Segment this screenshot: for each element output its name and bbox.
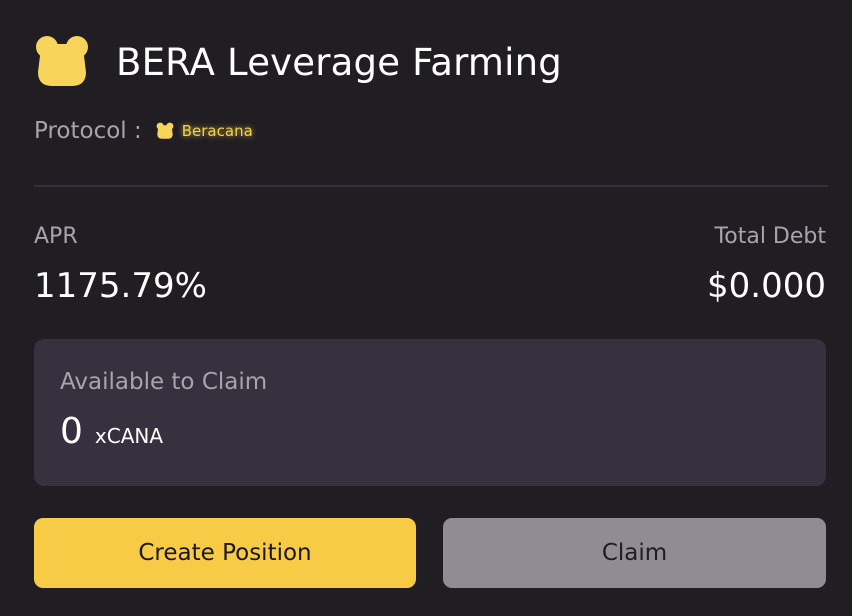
farm-card: BERA Leverage Farming Protocol : Beracan… bbox=[0, 0, 852, 616]
bear-head-icon bbox=[156, 122, 174, 139]
protocol-label: Protocol : bbox=[34, 118, 142, 144]
claim-button[interactable]: Claim bbox=[443, 518, 826, 588]
protocol-row: Protocol : Beracana bbox=[34, 118, 253, 144]
claim-amount-row: 0 xCANA bbox=[60, 411, 163, 452]
claim-token: xCANA bbox=[94, 424, 164, 448]
create-position-button[interactable]: Create Position bbox=[34, 518, 416, 588]
apr-label: APR bbox=[34, 224, 78, 249]
bear-head-icon bbox=[36, 36, 88, 86]
protocol-name[interactable]: Beracana bbox=[182, 122, 253, 140]
total-debt-label: Total Debt bbox=[714, 224, 826, 249]
card-header: BERA Leverage Farming bbox=[34, 34, 562, 90]
claim-panel: Available to Claim 0 xCANA bbox=[34, 339, 826, 486]
total-debt-value: $0.000 bbox=[707, 266, 826, 306]
claim-amount: 0 bbox=[60, 411, 83, 452]
page-title: BERA Leverage Farming bbox=[116, 40, 562, 84]
claim-label: Available to Claim bbox=[60, 369, 268, 395]
divider bbox=[34, 185, 828, 187]
apr-value: 1175.79% bbox=[34, 266, 207, 306]
